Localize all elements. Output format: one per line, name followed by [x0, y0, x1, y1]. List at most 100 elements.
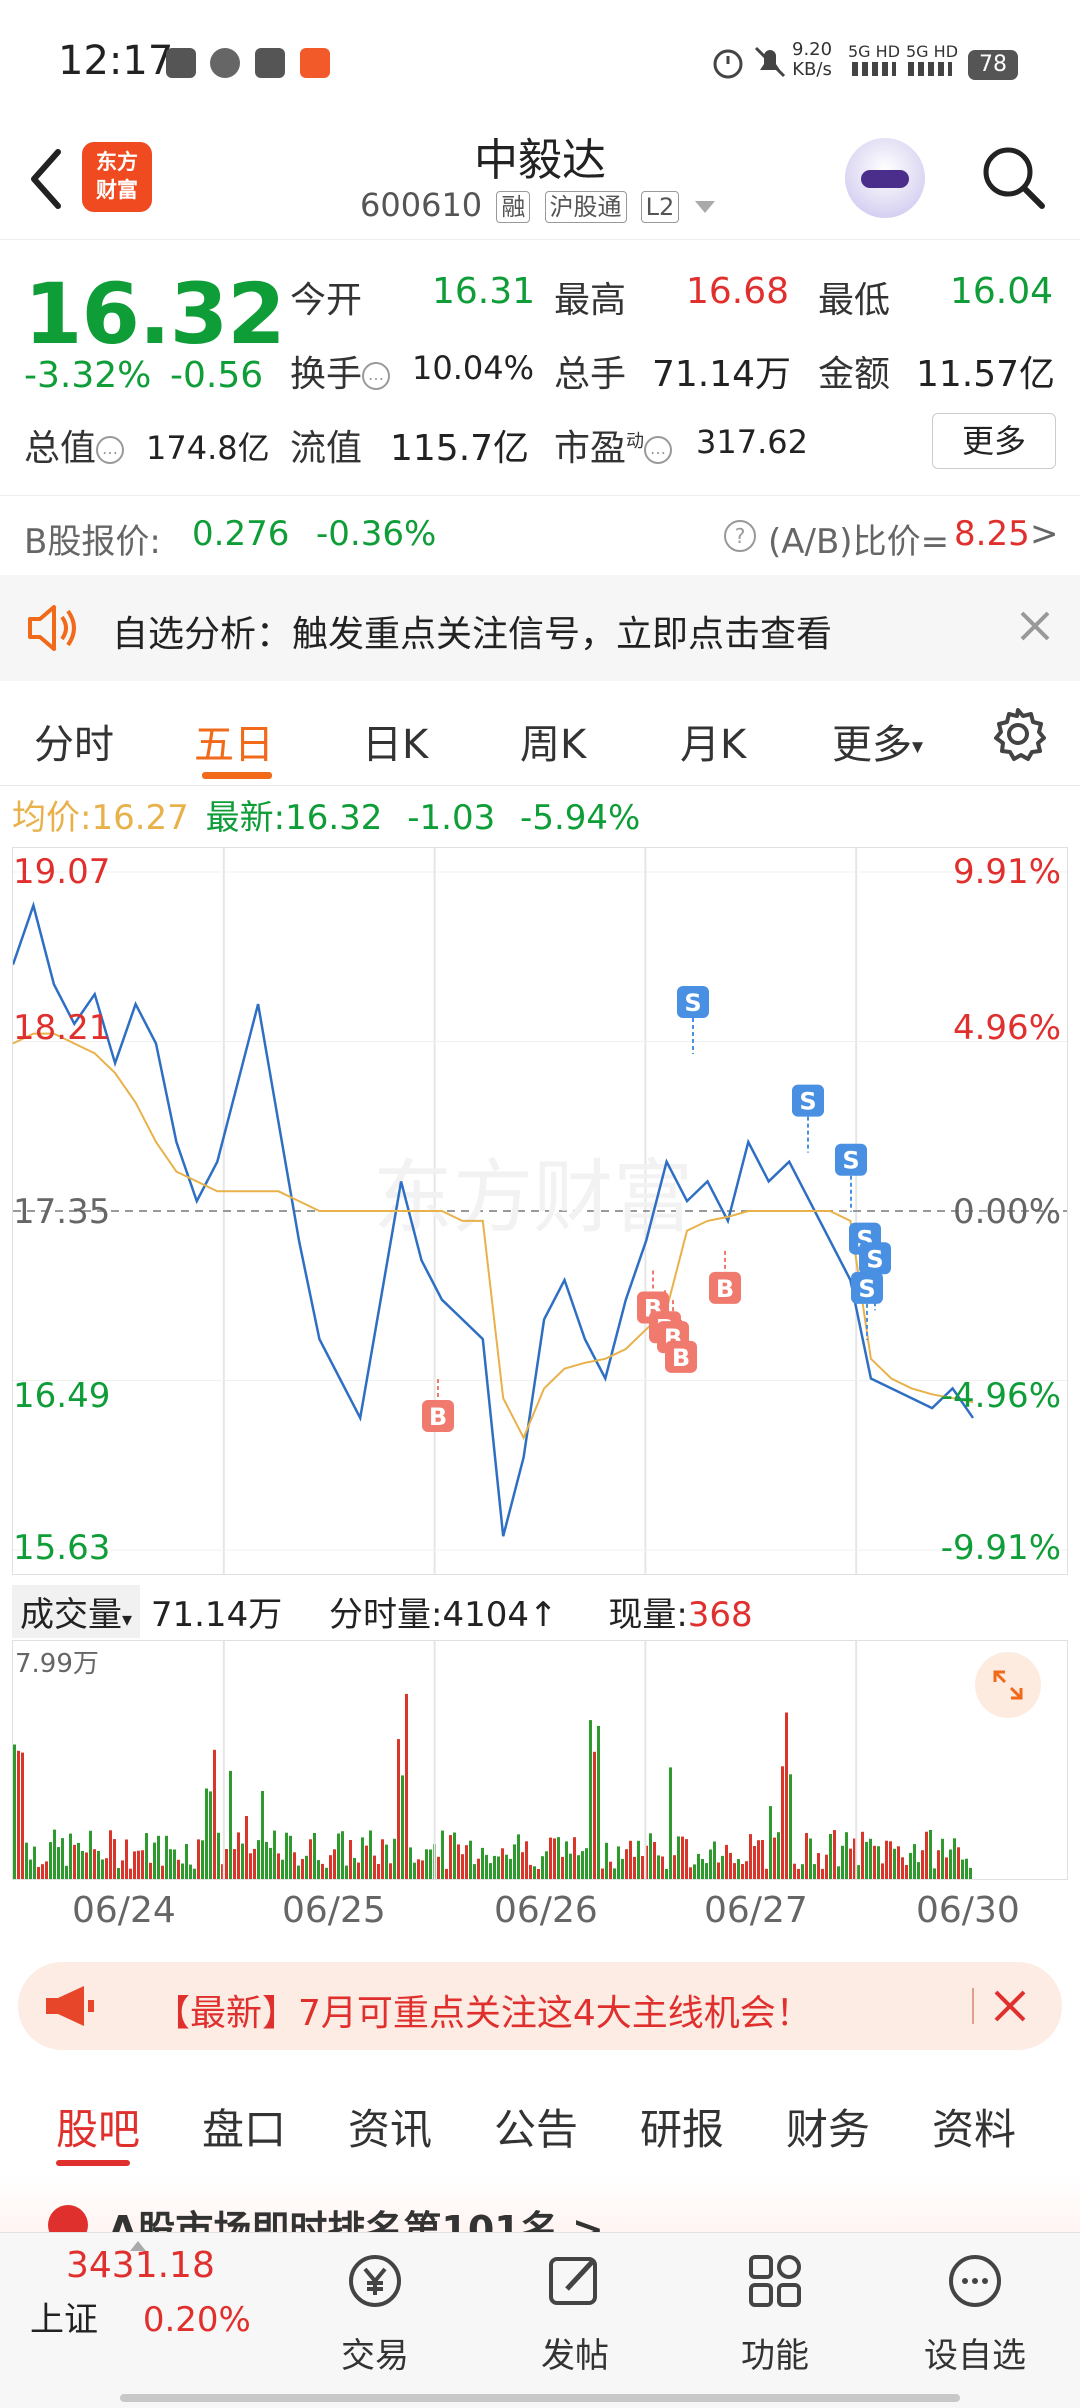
tab-monthly-k[interactable]: 月K	[680, 712, 746, 770]
back-arrow-icon[interactable]	[22, 144, 72, 214]
news-peek-text: A股市场即时排名第101名 >	[108, 2208, 604, 2235]
index-ticker[interactable]: 3431.18 上证 0.20%	[30, 2241, 290, 2341]
tab-announcements[interactable]: 公告	[494, 2096, 578, 2157]
chevron-right-icon: >	[1030, 514, 1059, 554]
volume-value: 71.14万	[652, 354, 792, 395]
b-share-label: B股报价:	[24, 522, 161, 562]
volume-chart[interactable]: 7.99万	[12, 1640, 1068, 1880]
volume-bar	[701, 1859, 704, 1879]
tab-daily-k[interactable]: 日K	[362, 712, 428, 770]
volume-bar	[661, 1856, 664, 1879]
volume-bar	[873, 1845, 876, 1879]
volume-bar	[581, 1851, 584, 1879]
volume-bar	[857, 1865, 860, 1879]
help-icon[interactable]: ?	[724, 520, 756, 552]
quote-panel: 16.32 -3.32% -0.56 今开 16.31 最高 16.68 最低 …	[0, 245, 1080, 495]
news-peek-row[interactable]: A股市场即时排名第101名 >	[0, 2175, 1080, 2235]
volume-bar	[49, 1842, 52, 1879]
sell-marker-label: S	[842, 1147, 859, 1175]
volume-bar	[725, 1844, 728, 1879]
tab-pankou[interactable]: 盘口	[202, 2096, 286, 2157]
app-notification-icon	[166, 48, 196, 78]
volume-bar	[677, 1836, 680, 1879]
stock-code-row[interactable]: 600610 融 沪股通 L2	[360, 186, 716, 224]
tab-weekly-k[interactable]: 周K	[520, 712, 586, 770]
volume-bar	[741, 1864, 744, 1879]
volume-bar	[45, 1861, 48, 1879]
robot-assistant-icon[interactable]	[845, 138, 925, 218]
buy-marker-label: B	[716, 1275, 734, 1303]
volume-bar	[89, 1830, 92, 1879]
volume-bar	[173, 1849, 176, 1879]
watermark: 东方财富	[373, 1151, 693, 1244]
volume-bar	[717, 1862, 720, 1879]
mail-icon	[255, 48, 285, 78]
tab-guba[interactable]: 股吧	[56, 2096, 140, 2157]
tab-news[interactable]: 资讯	[348, 2096, 432, 2157]
volume-bar	[957, 1847, 960, 1879]
volume-label: 总手	[554, 354, 627, 395]
volume-bar	[105, 1858, 108, 1879]
home-indicator[interactable]	[120, 2394, 960, 2402]
close-icon[interactable]	[992, 1988, 1028, 2024]
volume-bar	[825, 1854, 828, 1879]
y-pct-label: -9.91%	[940, 1528, 1061, 1568]
volume-indicator-select[interactable]: 成交量▾	[12, 1585, 141, 1638]
more-button[interactable]: 更多	[932, 413, 1056, 469]
content-tabs: 股吧 盘口 资讯 公告 研报 财务 资料	[0, 2070, 1080, 2170]
tab-intraday[interactable]: 分时	[34, 712, 114, 770]
dock-functions[interactable]: 功能	[700, 2243, 850, 2377]
b-share-row[interactable]: B股报价: 0.276 -0.36% ? (A/B)比价= 8.25 >	[0, 495, 1080, 575]
volume-bar	[461, 1854, 464, 1879]
volume-bar	[349, 1840, 352, 1879]
dock-add-watchlist[interactable]: 设自选	[900, 2243, 1050, 2377]
gear-icon[interactable]	[990, 706, 1046, 762]
pe-label[interactable]: 市盈动…	[554, 419, 673, 471]
promo-banner[interactable]: 【最新】7月可重点关注这4大主线机会！	[18, 1962, 1062, 2050]
volume-bar	[53, 1829, 56, 1879]
high-value: 16.68	[686, 271, 790, 312]
edit-icon	[549, 2257, 597, 2305]
change-value: -1.03	[407, 798, 496, 838]
tab-more[interactable]: 更多▾	[832, 712, 923, 770]
volume-bar	[293, 1852, 296, 1879]
xianliang-value: 368	[687, 1595, 753, 1635]
volume-bar	[65, 1865, 68, 1879]
turnover-label[interactable]: 换手…	[290, 345, 391, 397]
volume-bar	[929, 1830, 932, 1879]
net-speed: 9.20 KB/s	[792, 39, 833, 80]
five-day-price-chart[interactable]: 东方财富BBBBBBSSSSSS 19.07 18.21 17.35 16.49…	[12, 847, 1068, 1575]
volume-bar	[885, 1840, 888, 1879]
sell-marker-label: S	[866, 1245, 883, 1273]
expand-chart-button[interactable]	[975, 1652, 1041, 1718]
volume-bar	[517, 1834, 520, 1879]
volume-bar	[829, 1834, 832, 1879]
buy-marker-label: B	[672, 1344, 690, 1372]
volume-bar	[941, 1838, 944, 1879]
tab-research[interactable]: 研报	[640, 2096, 724, 2157]
volume-bar	[549, 1837, 552, 1879]
search-icon[interactable]	[978, 142, 1048, 212]
volume-bar	[629, 1840, 632, 1879]
dock-trade[interactable]: 交易	[300, 2243, 450, 2377]
volume-bar	[573, 1837, 576, 1879]
volume-bar	[313, 1833, 316, 1879]
volume-bar	[889, 1841, 892, 1879]
volume-bar	[417, 1859, 420, 1879]
volume-bar	[913, 1844, 916, 1879]
volume-bar	[317, 1860, 320, 1879]
mktcap-label[interactable]: 总值…	[24, 419, 125, 471]
x-tick-label: 06/30	[916, 1890, 1020, 1931]
volume-bar	[25, 1842, 28, 1879]
change-amount: -0.56	[170, 355, 264, 396]
tab-finance[interactable]: 财务	[786, 2096, 870, 2157]
tab-five-day[interactable]: 五日	[194, 712, 274, 770]
b-share-price: 0.276	[192, 514, 290, 554]
tab-profile[interactable]: 资料	[932, 2096, 1016, 2157]
dock-post[interactable]: 发帖	[500, 2243, 650, 2377]
volume-bar	[97, 1851, 100, 1879]
close-icon[interactable]	[1018, 609, 1052, 643]
volume-bar	[789, 1774, 792, 1879]
volume-bar	[553, 1838, 556, 1879]
analysis-alert-banner[interactable]: 自选分析：触发重点关注信号，立即点击查看	[0, 575, 1080, 681]
